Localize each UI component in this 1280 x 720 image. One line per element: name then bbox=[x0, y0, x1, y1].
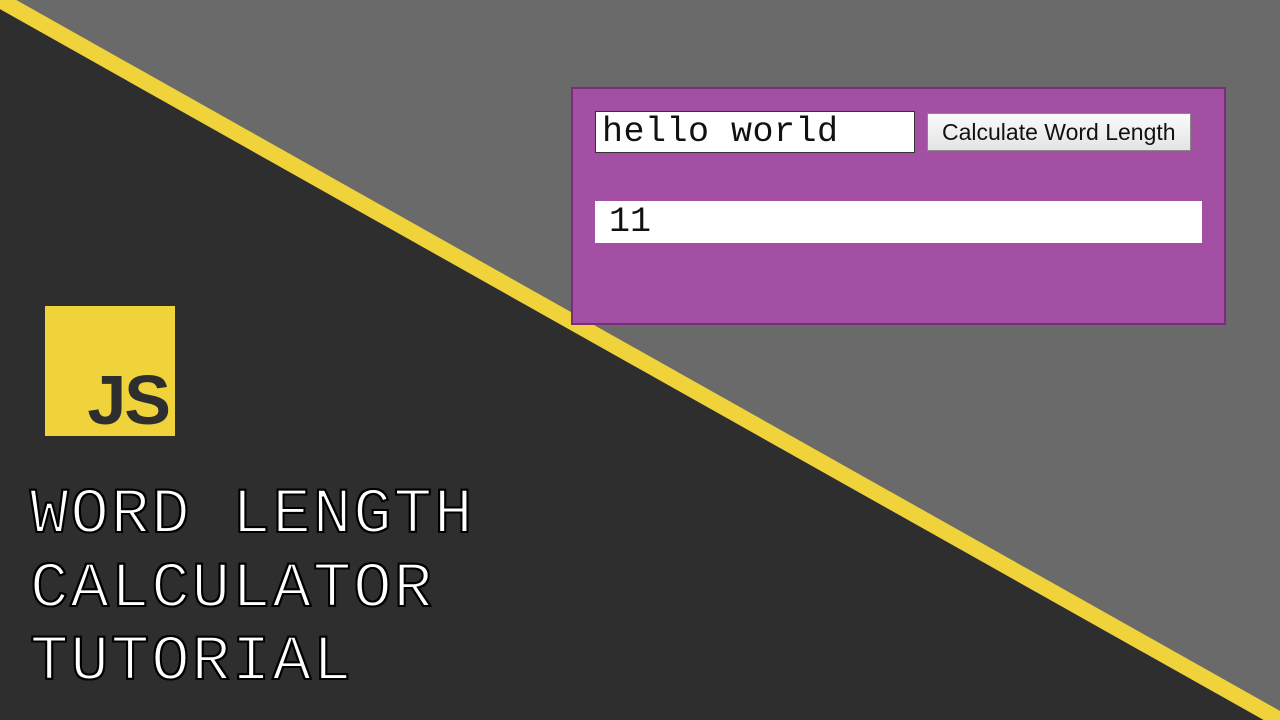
headline: WORD LENGTH CALCULATOR TUTORIAL bbox=[30, 480, 474, 701]
calculate-button[interactable]: Calculate Word Length bbox=[927, 113, 1191, 151]
output-length: 11 bbox=[595, 201, 1202, 243]
js-logo-text: JS bbox=[87, 360, 169, 440]
headline-line-1: WORD LENGTH bbox=[30, 480, 474, 552]
js-logo-icon: JS bbox=[45, 306, 175, 436]
headline-line-2: CALCULATOR bbox=[30, 554, 434, 626]
demo-panel: Calculate Word Length 11 bbox=[571, 87, 1226, 325]
input-row: Calculate Word Length bbox=[595, 111, 1202, 153]
headline-line-3: TUTORIAL bbox=[30, 627, 353, 699]
word-input[interactable] bbox=[595, 111, 915, 153]
